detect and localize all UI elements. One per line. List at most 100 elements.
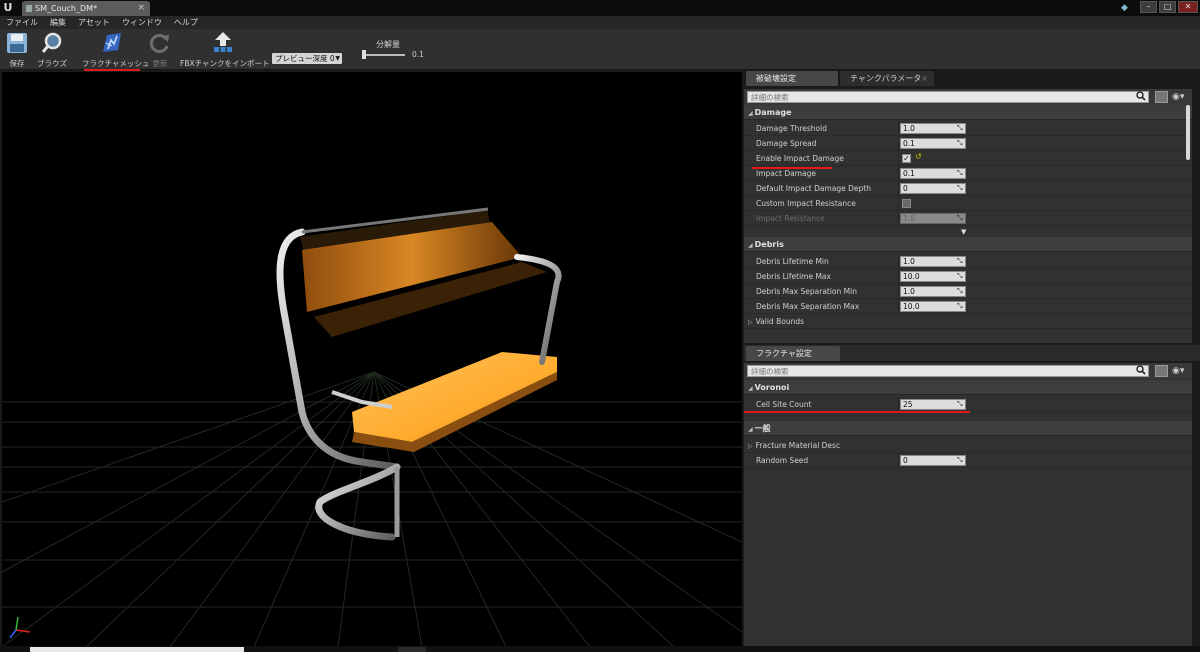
default-impact-damage-depth-field[interactable]: 0 ⤡ <box>900 183 966 194</box>
tab-fracture-settings[interactable]: フラクチャ設定 <box>746 346 840 361</box>
search-icon[interactable] <box>1136 365 1146 375</box>
details-scrollbar[interactable] <box>1186 105 1190 160</box>
random-seed-label: Random Seed <box>756 456 809 465</box>
show-advanced-chevron-icon[interactable]: ▼ <box>961 228 966 236</box>
taskbar-search-field[interactable] <box>30 647 244 652</box>
destructible-tabstrip: 被破壊設定 チャンクパラメータ × <box>744 70 1200 86</box>
view-options-grid-icon[interactable] <box>1155 91 1168 103</box>
fracture-mesh-button[interactable]: フラクチャメッシュ <box>82 31 149 69</box>
axis-gizmo <box>9 616 31 639</box>
spin-arrows-icon[interactable]: ⤡ <box>957 288 963 295</box>
column-divider <box>898 397 899 412</box>
column-divider <box>898 196 899 211</box>
menu-file[interactable]: ファイル <box>6 16 38 29</box>
preview-depth-dropdown[interactable]: プレビュー深度 0 ▼ <box>272 53 342 64</box>
browse-button[interactable]: ブラウズ <box>36 31 68 69</box>
damage-spread-field[interactable]: 0.1 ⤡ <box>900 138 966 149</box>
valid-bounds-text: Valid Bounds <box>755 317 804 326</box>
menu-edit[interactable]: 編集 <box>50 16 66 29</box>
search-icon[interactable] <box>1136 91 1146 101</box>
resolution-slider-track[interactable] <box>363 54 405 56</box>
close-window-button[interactable]: ✕ <box>1178 1 1198 13</box>
random-seed-value: 0 <box>903 456 908 465</box>
resolution-value: 0.1 <box>412 50 424 59</box>
spin-arrows-icon[interactable]: ⤡ <box>957 125 963 132</box>
destructible-mesh-editor: U SM_Couch_DM* × ◆ – □ ✕ ファイル 編集 アセット ウィ… <box>0 0 1200 652</box>
cell-site-count-value: 25 <box>903 400 913 409</box>
category-damage-title: Damage <box>754 108 792 117</box>
3d-viewport[interactable] <box>2 72 742 646</box>
debris-max-separation-min-label: Debris Max Separation Min <box>756 287 857 296</box>
import-fbx-chunks-button[interactable]: FBXチャンクをインポート <box>180 31 270 69</box>
refresh-button[interactable]: 更新 <box>146 31 174 69</box>
custom-impact-resistance-checkbox[interactable] <box>902 199 911 208</box>
spin-arrows-icon[interactable]: ⤡ <box>957 170 963 177</box>
debris-lifetime-max-label: Debris Lifetime Max <box>756 272 831 281</box>
document-tab[interactable]: SM_Couch_DM* × <box>22 1 150 16</box>
row-debris-lifetime-min: Debris Lifetime Min 1.0 ⤡ <box>744 254 1192 269</box>
expand-triangle-icon: ▷ <box>748 443 753 450</box>
chevron-down-icon: ▼ <box>335 55 340 62</box>
minimize-button[interactable]: – <box>1140 1 1157 13</box>
cell-site-count-field[interactable]: 25 ⤡ <box>900 399 966 410</box>
spin-arrows-icon[interactable]: ⤡ <box>957 185 963 192</box>
row-debris-lifetime-max: Debris Lifetime Max 10.0 ⤡ <box>744 269 1192 284</box>
document-tab-title: SM_Couch_DM* <box>35 4 98 13</box>
tab-close-icon[interactable]: × <box>921 71 928 86</box>
category-debris[interactable]: ◢ Debris <box>744 237 1192 252</box>
enable-impact-damage-checkbox[interactable]: ✓ <box>902 154 911 163</box>
expand-triangle-icon: ▷ <box>748 319 753 326</box>
debris-max-separation-min-field[interactable]: 1.0 ⤡ <box>900 286 966 297</box>
view-options-grid-icon[interactable] <box>1155 365 1168 377</box>
category-general[interactable]: ◢ 一般 <box>744 421 1192 436</box>
menu-window[interactable]: ウィンドウ <box>122 16 162 29</box>
row-cell-site-count: Cell Site Count 25 ⤡ <box>744 397 1192 412</box>
reset-to-default-icon[interactable]: ↺ <box>915 152 922 161</box>
row-fracture-material-desc[interactable]: ▷ Fracture Material Desc <box>744 438 1192 453</box>
spin-arrows-icon[interactable]: ⤡ <box>957 258 963 265</box>
custom-impact-resistance-label: Custom Impact Resistance <box>756 199 856 208</box>
tab-destructible-settings-label: 被破壊設定 <box>756 74 796 83</box>
help-icon[interactable]: ◆ <box>1121 3 1131 13</box>
spin-arrows-icon[interactable]: ⤡ <box>957 140 963 147</box>
menu-asset[interactable]: アセット <box>78 16 110 29</box>
save-button[interactable]: 保存 <box>4 31 30 69</box>
row-damage-threshold: Damage Threshold 1.0 ⤡ <box>744 121 1192 136</box>
expand-triangle-icon: ◢ <box>748 110 753 117</box>
spin-arrows-icon[interactable]: ⤡ <box>957 303 963 310</box>
visibility-eye-icon[interactable]: ◉▾ <box>1172 365 1190 377</box>
tab-chunk-parameters[interactable]: チャンクパラメータ × <box>840 71 934 86</box>
category-voronoi-title: Voronoi <box>754 383 790 392</box>
spin-arrows-icon[interactable]: ⤡ <box>957 273 963 280</box>
debris-lifetime-max-field[interactable]: 10.0 ⤡ <box>900 271 966 282</box>
tab-destructible-settings[interactable]: 被破壊設定 <box>746 71 838 86</box>
spin-arrows-icon[interactable]: ⤡ <box>957 457 963 464</box>
visibility-eye-icon[interactable]: ◉▾ <box>1172 91 1190 103</box>
resolution-slider-thumb[interactable] <box>362 50 366 59</box>
window-controls: – □ ✕ <box>1140 1 1198 13</box>
fracture-tabstrip: フラクチャ設定 <box>744 345 1200 361</box>
row-impact-resistance: Impact Resistance 1.0 ⤡ <box>744 211 1192 226</box>
destructible-search-input[interactable] <box>747 91 1149 103</box>
category-voronoi[interactable]: ◢ Voronoi <box>744 380 1192 395</box>
maximize-button[interactable]: □ <box>1159 1 1176 13</box>
valid-bounds-label: ▷ Valid Bounds <box>748 314 804 330</box>
debris-max-separation-min-value: 1.0 <box>903 287 915 296</box>
row-default-impact-damage-depth: Default Impact Damage Depth 0 ⤡ <box>744 181 1192 196</box>
row-valid-bounds[interactable]: ▷ Valid Bounds <box>744 314 1192 329</box>
damage-threshold-field[interactable]: 1.0 ⤡ <box>900 123 966 134</box>
taskbar-item[interactable] <box>398 647 426 652</box>
impact-resistance-label: Impact Resistance <box>756 214 825 223</box>
category-damage[interactable]: ◢ Damage <box>744 105 1192 120</box>
debris-lifetime-min-field[interactable]: 1.0 ⤡ <box>900 256 966 267</box>
random-seed-field[interactable]: 0 ⤡ <box>900 455 966 466</box>
debris-max-separation-max-field[interactable]: 10.0 ⤡ <box>900 301 966 312</box>
tab-close-icon[interactable]: × <box>137 1 145 16</box>
spin-arrows-icon: ⤡ <box>957 214 963 222</box>
fracture-search-input[interactable] <box>747 365 1149 377</box>
enable-impact-damage-label: Enable Impact Damage <box>756 154 844 163</box>
impact-damage-field[interactable]: 0.1 ⤡ <box>900 168 966 179</box>
menu-help[interactable]: ヘルプ <box>174 16 198 29</box>
spin-arrows-icon[interactable]: ⤡ <box>957 401 963 408</box>
debris-lifetime-min-label: Debris Lifetime Min <box>756 257 829 266</box>
